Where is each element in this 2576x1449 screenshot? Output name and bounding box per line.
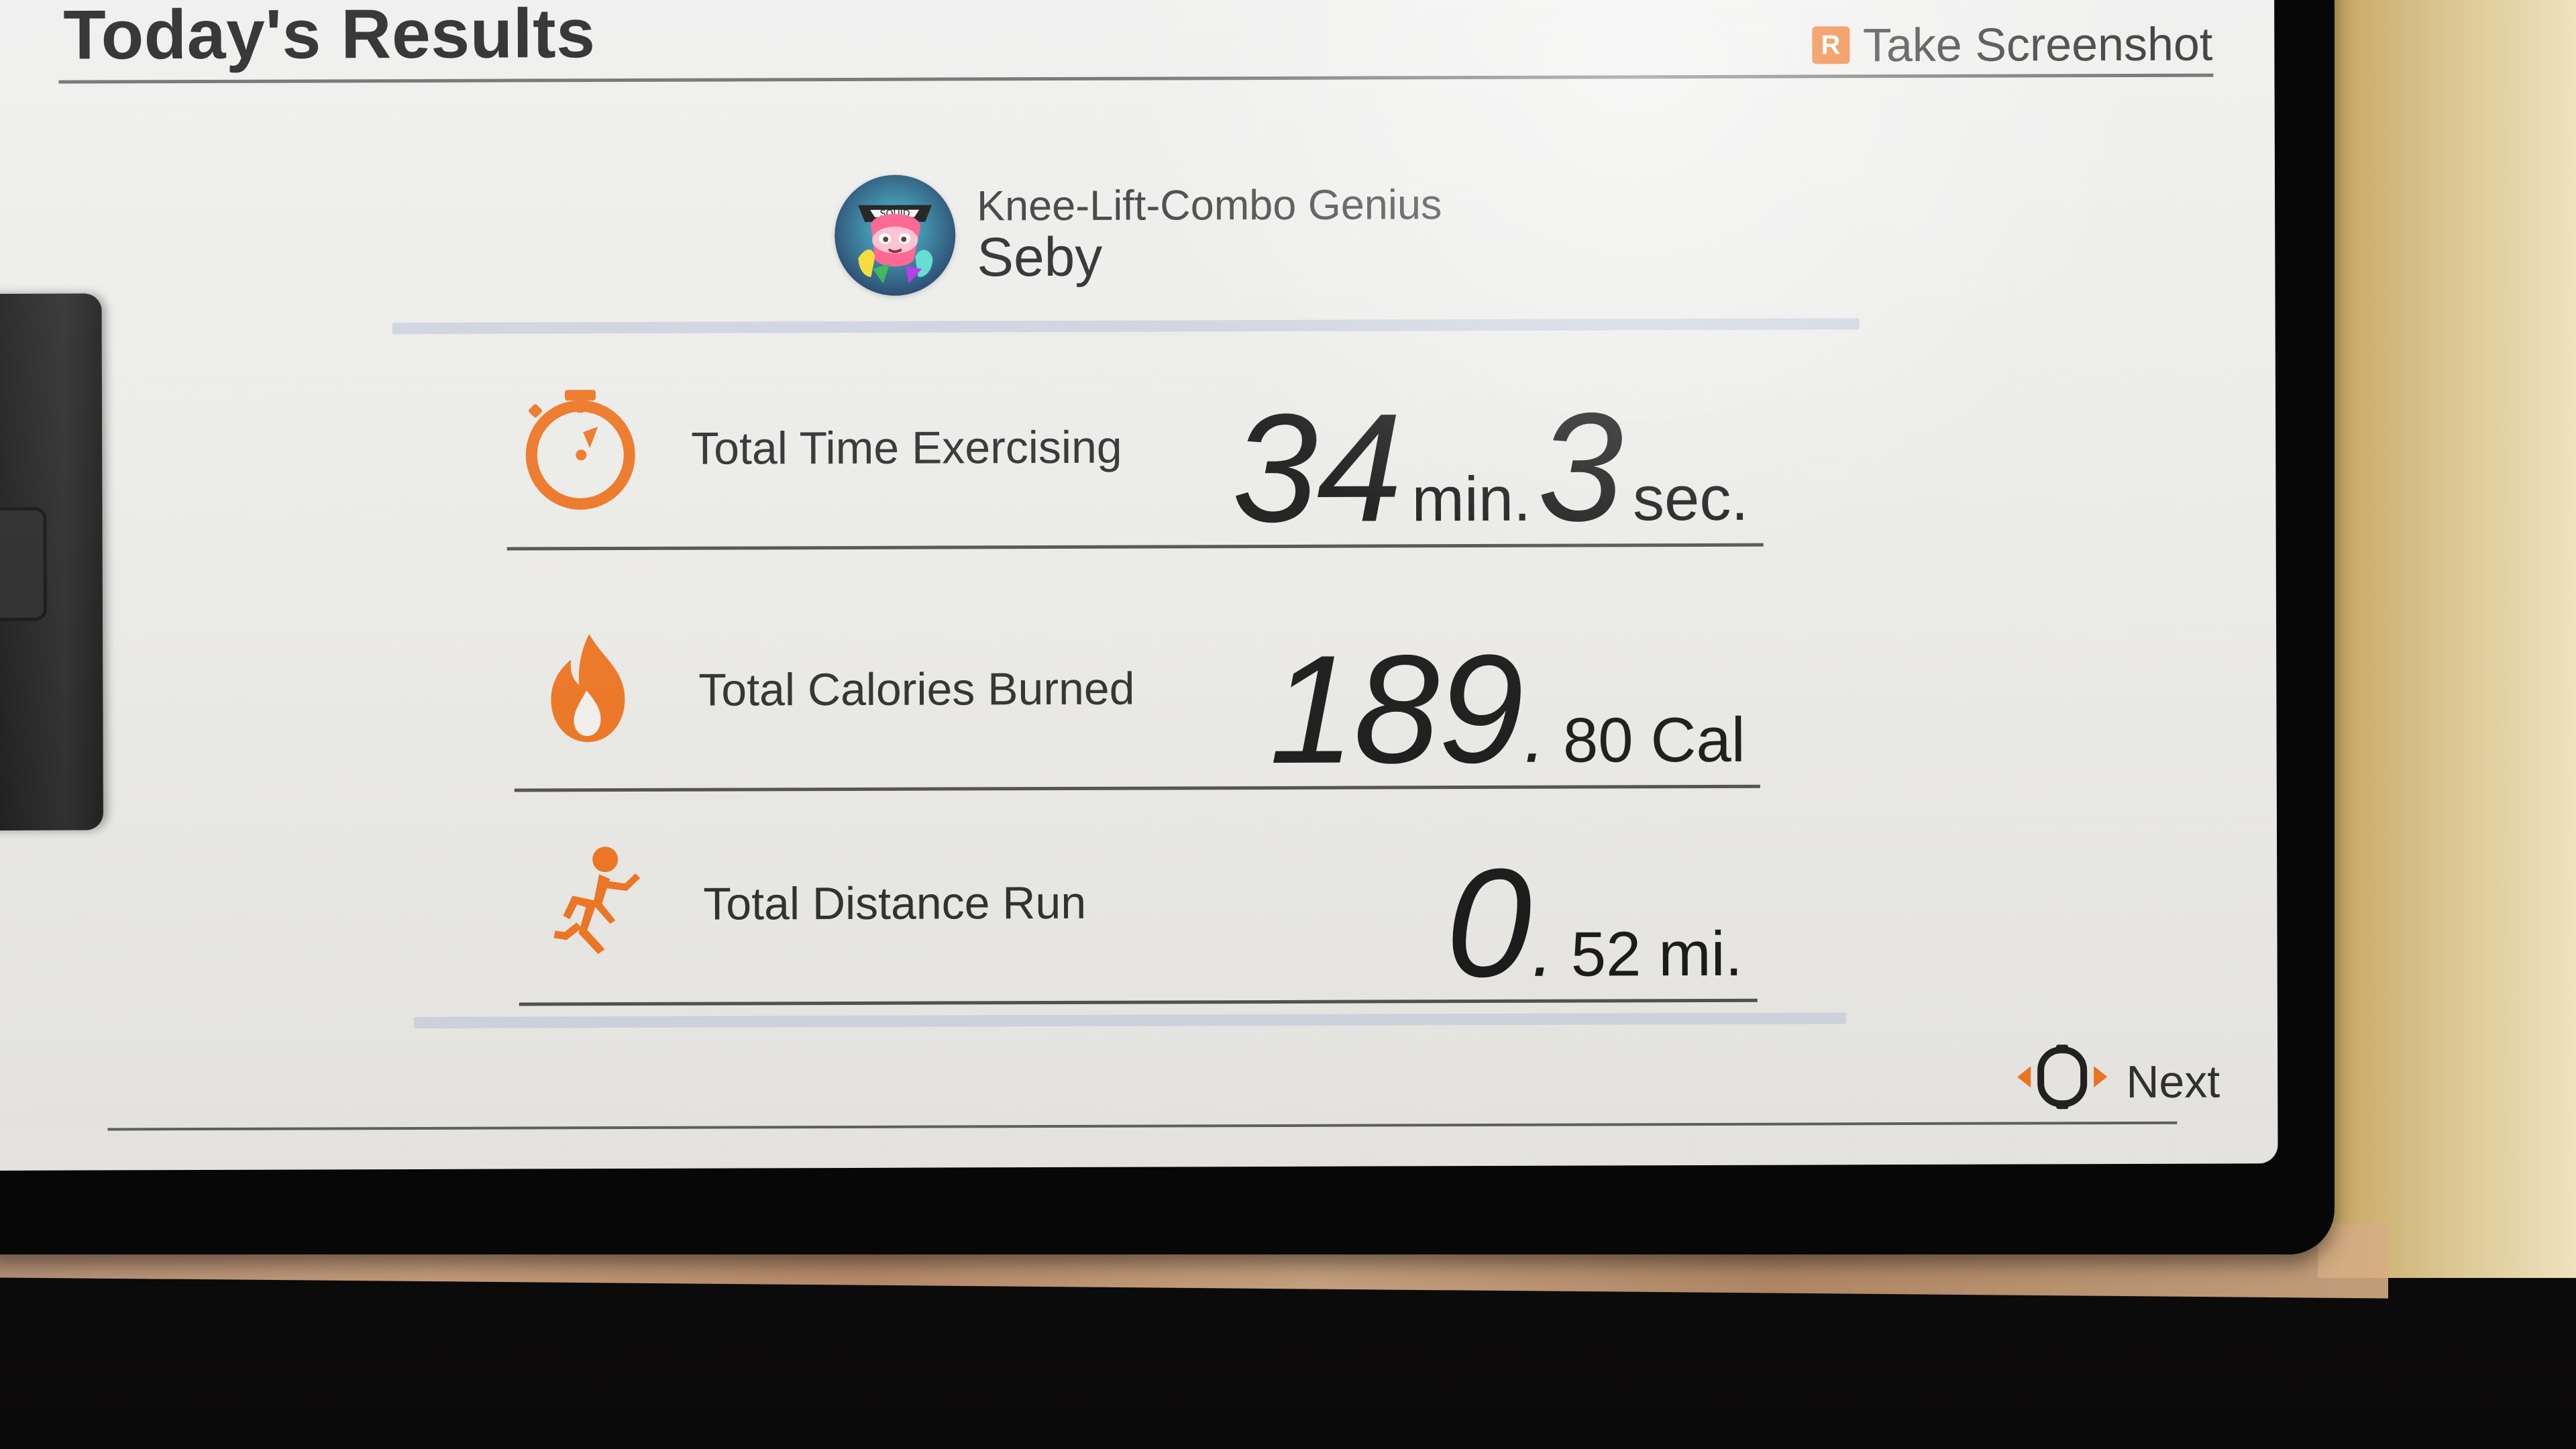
- player-profile: SQUID Knee-Lift-Combo Genius Seby: [834, 173, 1442, 297]
- distance-whole-value: 0: [1446, 836, 1531, 1009]
- take-screenshot-label: Take Screenshot: [1862, 17, 2213, 72]
- ring-con-icon: [2012, 1043, 2112, 1121]
- r-button-icon: R: [1811, 26, 1850, 64]
- player-title: Knee-Lift-Combo Genius: [976, 180, 1442, 229]
- calories-fraction-value: 80: [1562, 704, 1633, 775]
- left-tab-slot: [0, 506, 48, 622]
- tv-bezel: Today's Results R Take Screenshot SQUID …: [0, 0, 2334, 1254]
- seconds-unit: sec.: [1632, 462, 1749, 533]
- distance-run-label: Total Distance Run: [703, 877, 1087, 930]
- runner-icon: [525, 835, 660, 969]
- seconds-value: 3: [1537, 380, 1623, 553]
- left-side-tab: [0, 293, 104, 831]
- calories-whole-value: 189: [1269, 622, 1523, 796]
- next-label: Next: [2126, 1056, 2220, 1108]
- flame-icon: [521, 621, 655, 755]
- time-exercising-row: Total Time Exercising 34 min. 3 sec.: [506, 356, 1764, 554]
- distance-run-value: 0 . 52 mi.: [1446, 836, 1750, 1009]
- take-screenshot-button[interactable]: R Take Screenshot: [1811, 17, 2213, 72]
- calories-decimal-separator: .: [1523, 691, 1546, 779]
- bottom-results-band: [413, 1012, 1846, 1029]
- title-divider: [58, 73, 2214, 84]
- distance-unit: mi.: [1658, 918, 1743, 989]
- minutes-unit: min.: [1411, 463, 1532, 534]
- calories-unit: Cal: [1650, 704, 1746, 775]
- footer-divider: [107, 1121, 2178, 1131]
- time-exercising-label: Total Time Exercising: [691, 421, 1122, 474]
- character-avatar-icon: SQUID: [835, 174, 956, 296]
- results-screen: Today's Results R Take Screenshot SQUID …: [0, 0, 2278, 1171]
- player-text: Knee-Lift-Combo Genius Seby: [976, 180, 1442, 288]
- page-title: Today's Results: [63, 0, 596, 74]
- calories-burned-value: 189 . 80 Cal: [1269, 622, 1752, 796]
- stopwatch-icon: [513, 379, 648, 514]
- calories-burned-label: Total Calories Burned: [698, 663, 1135, 716]
- top-results-band: [392, 318, 1860, 335]
- distance-row-divider: [519, 998, 1758, 1006]
- distance-run-row: Total Distance Run 0 . 52 mi.: [519, 811, 1758, 1009]
- distance-fraction-value: 52: [1570, 918, 1642, 989]
- distance-decimal-separator: .: [1532, 905, 1554, 993]
- next-button[interactable]: Next: [2012, 1043, 2220, 1122]
- time-exercising-value: 34 min. 3 sec.: [1232, 380, 1755, 554]
- player-avatar: SQUID: [834, 174, 956, 297]
- calories-burned-row: Total Calories Burned 189 . 80 Cal: [514, 597, 1760, 796]
- player-name: Seby: [977, 226, 1103, 288]
- minutes-value: 34: [1232, 380, 1401, 554]
- calories-row-divider: [514, 784, 1760, 792]
- background-wall: [2318, 0, 2576, 1278]
- scene-root: Today's Results R Take Screenshot SQUID …: [0, 0, 2576, 1449]
